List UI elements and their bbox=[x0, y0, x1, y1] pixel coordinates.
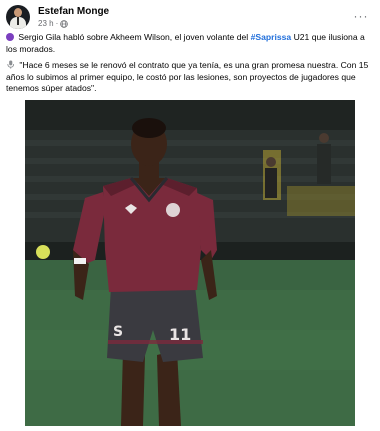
post-header: Estefan Monge 23 h · ··· bbox=[6, 4, 374, 30]
bg-person bbox=[317, 144, 331, 184]
stadium-roof bbox=[25, 100, 355, 130]
more-options-button[interactable]: ··· bbox=[352, 9, 370, 23]
jersey-club-badge bbox=[166, 203, 180, 217]
post-time[interactable]: 23 h bbox=[38, 19, 54, 28]
more-horizontal-icon: ··· bbox=[353, 9, 369, 23]
post-meta: 23 h · bbox=[38, 19, 69, 28]
facebook-post: Estefan Monge 23 h · ··· Sergio Gila hab… bbox=[0, 0, 380, 431]
post-text-paragraph-2: "Hace 6 meses se le renovó el contrato q… bbox=[6, 60, 372, 95]
ball bbox=[36, 245, 50, 259]
shorts-badge-letter: S bbox=[113, 324, 123, 340]
paragraph2-text: "Hace 6 meses se le renovó el contrato q… bbox=[6, 60, 369, 93]
author-name[interactable]: Estefan Monge bbox=[38, 6, 109, 17]
avatar-tie bbox=[17, 17, 19, 25]
globe-icon[interactable] bbox=[60, 19, 69, 28]
microphone-emoji-icon bbox=[7, 60, 15, 69]
purple-circle-emoji-icon bbox=[6, 33, 14, 41]
wristband bbox=[74, 258, 86, 264]
avatar-head bbox=[14, 8, 22, 17]
yellow-seat-block bbox=[287, 186, 355, 216]
player-photo-illustration: S 11 bbox=[25, 100, 355, 426]
author-avatar[interactable] bbox=[6, 5, 30, 29]
shorts-number: 11 bbox=[169, 325, 191, 344]
paragraph1-before: Sergio Gila habló sobre Akheem Wilson, e… bbox=[16, 32, 251, 42]
bg-person bbox=[265, 168, 277, 198]
post-text-paragraph-1: Sergio Gila habló sobre Akheem Wilson, e… bbox=[6, 32, 372, 55]
hashtag-link[interactable]: #Saprissa bbox=[251, 32, 292, 42]
meta-separator: · bbox=[55, 19, 59, 28]
post-photo[interactable]: S 11 bbox=[25, 100, 355, 426]
